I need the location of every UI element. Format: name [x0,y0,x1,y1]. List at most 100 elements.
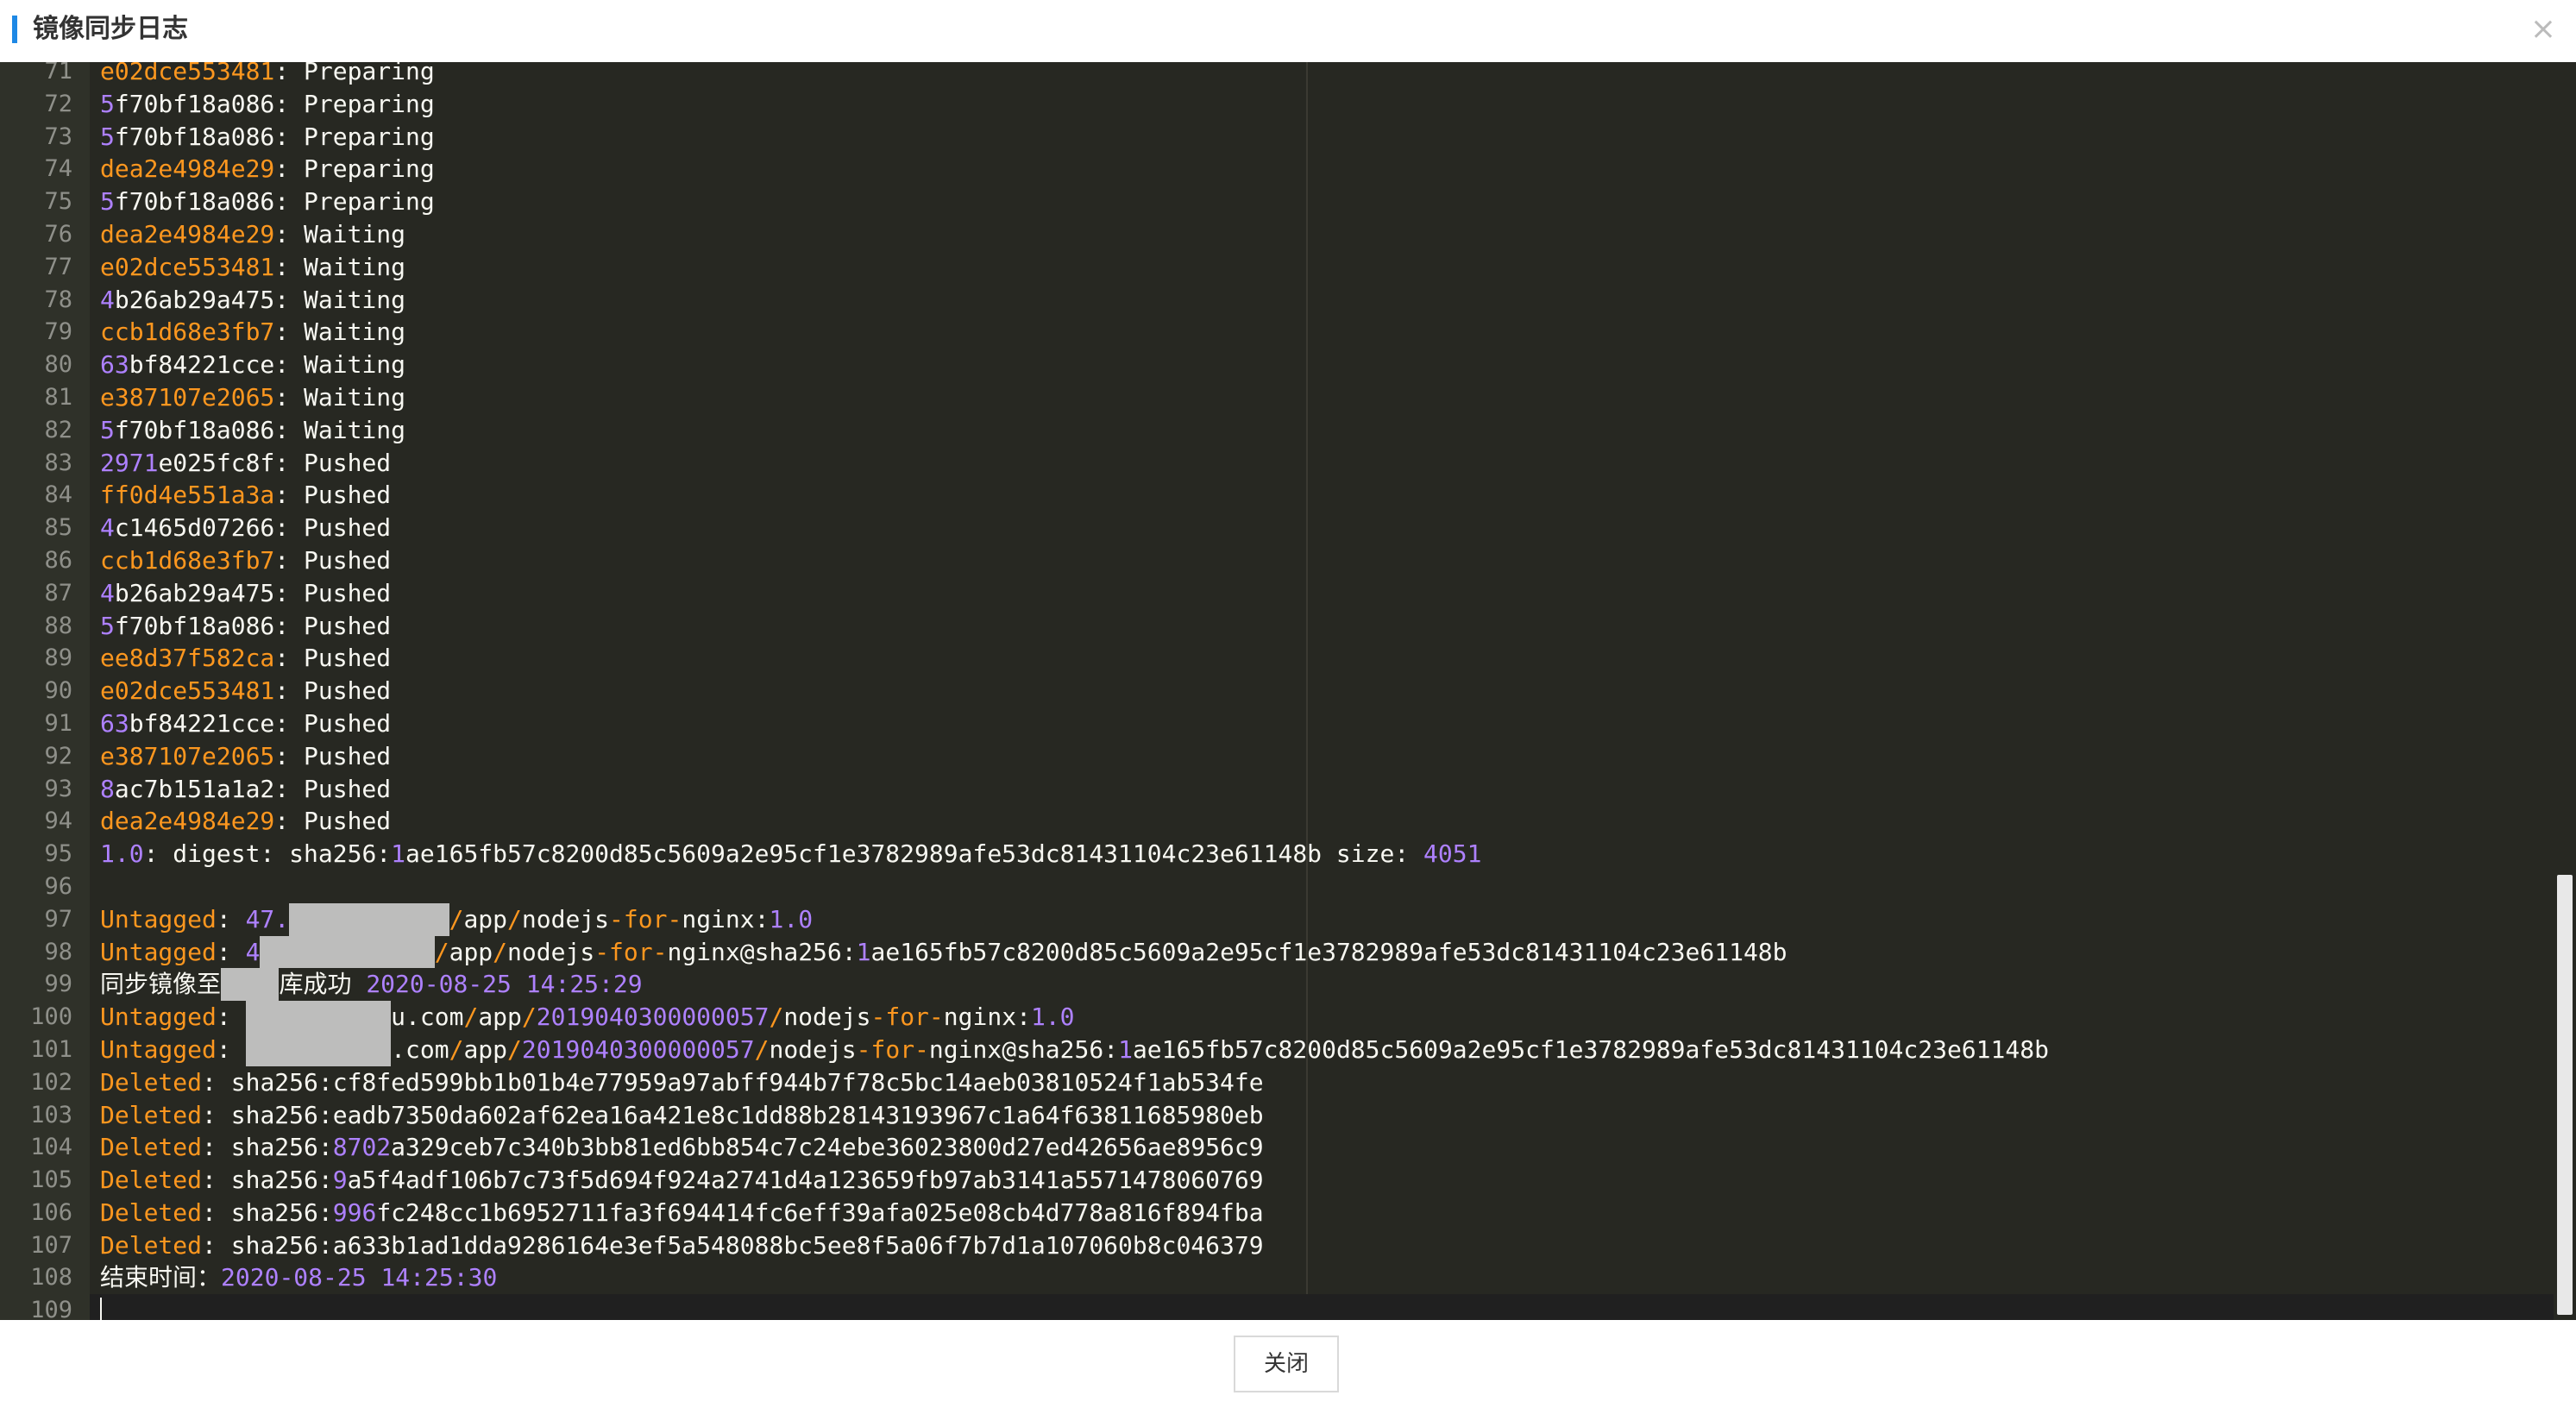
line-number: 102 [30,1068,72,1096]
log-line: 101Untagged: ██████████.com/app/20190403… [0,1033,2536,1066]
line-content: 1.0: digest: sha256:1ae165fb57c8200d85c5… [100,838,1481,871]
log-token: dea2e4984e29 [100,219,275,248]
log-token: 同步镜像至 [100,970,222,999]
log-line: 81 e387107e2065: Waiting [0,381,2536,414]
log-token: nginx: [682,904,770,933]
line-content: Deleted: sha256:cf8fed599bb1b01b4e77959a… [100,1066,1264,1099]
line-content: e387107e2065: Pushed [100,740,391,773]
log-token: e387107e2065 [100,741,275,770]
log-token: b26ab29a475: Waiting [114,285,406,314]
redacted-text: ████.███.███ [260,935,435,969]
line-content: Deleted: sha256:9a5f4adf106b7c73f5d694f9… [100,1164,1264,1197]
line-content: e02dce553481: Pushed [100,675,391,707]
line-content: 63bf84221cce: Pushed [100,707,391,740]
log-token: ee8d37f582ca [100,644,275,673]
log-token: / [769,1003,784,1032]
line-number: 73 [44,123,72,150]
log-line: 74 dea2e4984e29: Preparing [0,153,2536,185]
log-token: 1.0 [100,839,144,869]
line-content: ee8d37f582ca: Pushed [100,642,391,675]
line-number: 98 [44,938,72,965]
log-token: Deleted [100,1133,203,1162]
log-token: 2019040300000057 [536,1003,770,1032]
log-token: / [507,904,522,933]
log-token: ae165fb57c8200d85c5609a2e95cf1e3782989af… [405,839,1424,869]
line-number: 104 [30,1134,72,1161]
line-content: 5f70bf18a086: Pushed [100,610,391,643]
log-token: : Waiting [274,252,406,281]
log-token: : Waiting [274,382,406,412]
log-token: f70bf18a086: Preparing [114,89,435,118]
line-content: Deleted: sha256:996fc248cc1b6952711fa3f6… [100,1197,1264,1229]
log-line: 91 63bf84221cce: Pushed [0,707,2536,740]
log-token: 5 [100,415,115,444]
log-token: / [521,1003,537,1032]
log-token: a5f4adf106b7c73f5d694f924a2741d4a123659f… [347,1166,1264,1195]
log-line: 92 e387107e2065: Pushed [0,740,2536,773]
line-number: 72 [44,90,72,117]
log-token: Untagged [100,904,217,933]
log-token: f70bf18a086: Preparing [114,187,435,217]
close-button[interactable]: 关闭 [1234,1336,1339,1392]
line-content: 8ac7b151a1a2: Pushed [100,773,391,806]
redacted-text: ███.███.███ [289,902,449,936]
log-line: 83 2971e025fc8f: Pushed [0,447,2536,480]
log-token: Deleted [100,1230,203,1260]
log-token: ccb1d68e3fb7 [100,317,275,347]
log-token: / [507,1034,522,1064]
vertical-scrollbar[interactable] [2554,62,2576,1320]
line-number: 89 [44,644,72,672]
log-token: 4 [100,285,115,314]
line-number: 71 [44,62,72,85]
line-content: Untagged: 47.███.███.███/app/nodejs-for-… [100,902,813,936]
log-editor[interactable]: 71 e02dce553481: Preparing 72 5f70bf18a086:… [0,62,2576,1320]
log-token: app [478,1003,522,1032]
log-line: 98 Untagged: 4████.███.███/app/nodejs-for… [0,935,2536,969]
log-token: ac7b151a1a2: Pushed [114,774,392,803]
line-content: Untagged: 4████.███.███/app/nodejs-for-n… [100,935,1787,969]
log-token: : [216,904,246,933]
log-token: 996 [332,1197,377,1227]
log-line: 75 5f70bf18a086: Preparing [0,185,2536,218]
log-line: 100Untagged: ██████████u.com/app/2019040… [0,1001,2536,1034]
log-token: Untagged [100,937,217,966]
log-token: 63 [100,708,129,738]
log-token: : Preparing [274,154,435,184]
log-token: nodejs [783,1003,871,1032]
line-number: 95 [44,840,72,868]
line-content: 5f70bf18a086: Preparing [100,88,435,121]
log-token: 库成功 [279,970,367,999]
line-content: e387107e2065: Waiting [100,381,405,414]
log-token: / [449,904,464,933]
line-number: 93 [44,775,72,802]
dialog-header: 镜像同步日志 × [0,0,2576,63]
log-token: : [216,1003,246,1032]
log-token: ff0d4e551a3a [100,481,275,510]
scrollbar-thumb[interactable] [2557,875,2573,1315]
log-token: : Pushed [274,741,392,770]
log-token: / [463,1003,479,1032]
log-token: app [463,1034,508,1064]
log-line: 79 ccb1d68e3fb7: Waiting [0,316,2536,349]
log-line: 103 Deleted: sha256:eadb7350da602af62ea16… [0,1099,2536,1132]
log-token: f70bf18a086: Preparing [114,122,435,151]
line-number: 101 [30,1035,72,1063]
log-line: 97Untagged: 47.███.███.███/app/nodejs-fo… [0,902,2536,936]
log-token: 结束时间： [100,1263,222,1292]
log-token: 2020-08-25 14:25:30 [221,1263,498,1292]
line-content: 5f70bf18a086: Waiting [100,414,405,447]
log-token: : Pushed [274,481,392,510]
log-token: dea2e4984e29 [100,154,275,184]
line-number: 106 [30,1198,72,1226]
log-token: .com [391,1034,449,1064]
log-lines: 71 e02dce553481: Preparing 72 5f70bf18a086:… [0,62,2576,1320]
log-token: : Pushed [274,676,392,706]
log-token: : Waiting [274,317,406,347]
log-token: nodejs [521,904,610,933]
line-number: 76 [44,220,72,248]
line-content: Untagged: ██████████.com/app/20190403000… [100,1033,2049,1066]
redacted-text: ████ [221,968,280,1002]
line-content: 结束时间：2020-08-25 14:25:30 [100,1261,497,1294]
log-token: : [216,1034,246,1064]
close-icon[interactable]: × [2526,10,2560,48]
